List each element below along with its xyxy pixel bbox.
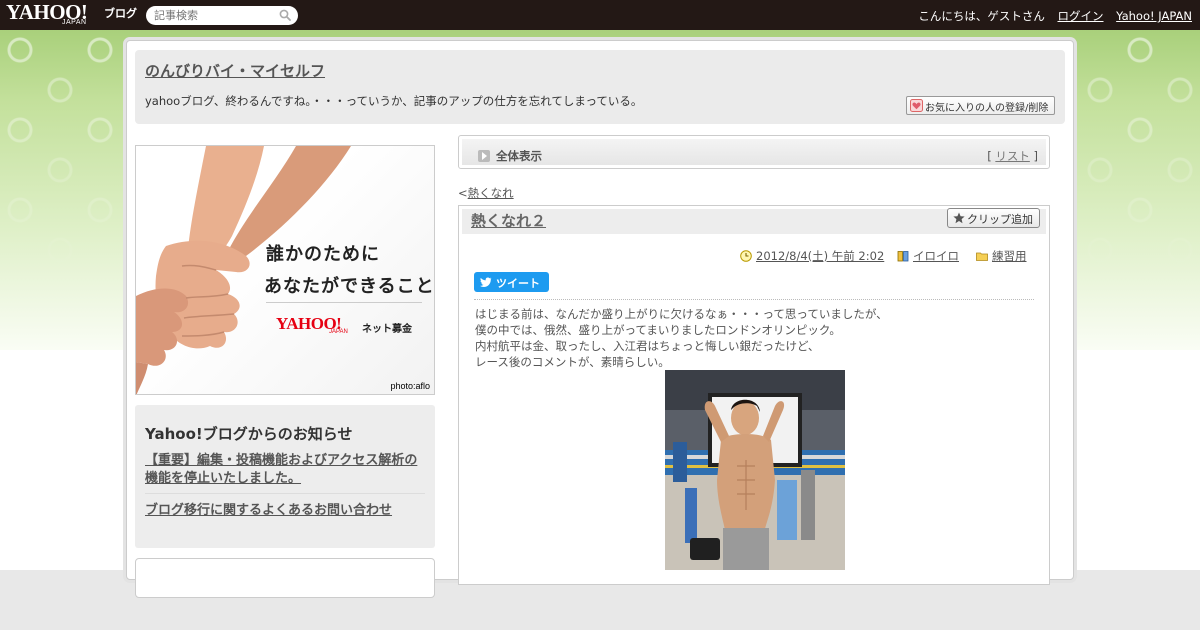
star-icon <box>953 212 965 224</box>
banner-photo-credit: photo:aflo <box>390 381 430 391</box>
swimmer-photo <box>665 370 845 570</box>
clock-icon <box>740 250 752 262</box>
article-category-link[interactable]: イロイロ <box>913 249 959 263</box>
logo-japan-text: JAPAN <box>62 19 87 26</box>
list-view-toggle: [ リスト ] <box>987 148 1038 164</box>
banner-line-1: 誰かのために <box>266 244 380 265</box>
search-input[interactable] <box>154 8 274 23</box>
article-body-line: 僕の中では、俄然、盛り上がってまいりましたロンドンオリンピック。 <box>475 323 841 337</box>
article-divider <box>474 299 1034 300</box>
view-mode-bar-inner: 全体表示 [ リスト ] <box>462 139 1046 165</box>
tweet-label: ツイート <box>496 277 540 290</box>
user-greeting-area: こんにちは、ゲストさん ログイン Yahoo! JAPAN <box>909 8 1192 24</box>
banner-service-name: ネット募金 <box>362 324 412 335</box>
tweet-button[interactable]: ツイート <box>474 272 549 292</box>
article-date: 2012/8/4(土) 午前 2:02 <box>740 248 884 264</box>
banner-line-2: あなたができること <box>264 276 435 297</box>
arrow-right-icon <box>478 150 490 162</box>
favorite-register-button[interactable]: お気に入りの人の登録/削除 <box>906 96 1055 115</box>
article-search <box>146 6 298 25</box>
notice-heading: Yahoo!ブログからのお知らせ <box>145 425 353 443</box>
yahoo-japan-link[interactable]: Yahoo! JAPAN <box>1116 9 1192 23</box>
yahoo-blog-notice: Yahoo!ブログからのお知らせ 【重要】編集・投稿機能およびアクセス解析の機能… <box>135 405 435 548</box>
banner-divider <box>266 302 422 303</box>
logo-blog-text: ブログ <box>104 7 137 20</box>
article-title[interactable]: 熱くなれ２ <box>471 210 546 231</box>
article-body: はじまる前は、なんだか盛り上がりに欠けるなぁ・・・って思っていましたが、 僕の中… <box>475 306 888 370</box>
banner-japan-text: JAPAN <box>329 329 348 335</box>
helping-hand-image <box>136 146 351 394</box>
sidebar-next-box <box>135 558 435 598</box>
blog-title[interactable]: のんびりバイ・マイセルフ <box>145 60 325 81</box>
blog-description: yahooブログ、終わるんですね。・・・っていうか、記事のアップの仕方を忘れてし… <box>145 94 643 108</box>
article-folder: 練習用 <box>976 248 1027 264</box>
article-photo[interactable] <box>665 370 845 570</box>
notice-item-service-stop[interactable]: 【重要】編集・投稿機能およびアクセス解析の機能を停止いたしました。 <box>145 452 427 488</box>
twitter-bird-icon <box>480 277 492 288</box>
list-bracket-close: ] <box>1029 149 1038 163</box>
clip-add-button[interactable]: クリップ追加 <box>947 208 1040 228</box>
article-folder-link[interactable]: 練習用 <box>992 249 1027 263</box>
article-category: イロイロ <box>897 248 959 264</box>
search-icon[interactable] <box>279 9 291 21</box>
previous-article-link[interactable]: 熱くなれ <box>468 186 514 200</box>
folder-icon <box>976 252 988 261</box>
view-mode-bar: 全体表示 [ リスト ] <box>458 135 1050 169</box>
notice-item-migration-faq[interactable]: ブログ移行に関するよくあるお問い合わせ <box>145 499 392 518</box>
view-all-label: 全体表示 <box>496 149 542 163</box>
article-body-line: レース後のコメントが、素晴らしい。 <box>475 355 670 369</box>
greeting-text: こんにちは、ゲストさん <box>918 9 1045 23</box>
clip-add-label: クリップ追加 <box>967 213 1033 226</box>
list-view-link[interactable]: リスト <box>995 149 1030 163</box>
article-body-line: 内村航平は金、取ったし、入江君はちょっと悔しい銀だったけど、 <box>475 339 820 353</box>
global-header: YAHOO! JAPAN ブログ こんにちは、ゲストさん ログイン Yahoo!… <box>0 0 1200 30</box>
net-donation-banner[interactable]: 誰かのために あなたができること YAHOO! JAPAN ネット募金 phot… <box>135 145 435 395</box>
article-date-link[interactable]: 2012/8/4(土) 午前 2:02 <box>756 249 884 263</box>
yahoo-blog-logo[interactable]: YAHOO! JAPAN ブログ <box>6 2 142 28</box>
favorite-register-label: お気に入りの人の登録/削除 <box>925 103 1049 114</box>
heart-icon <box>910 99 923 112</box>
notice-divider <box>145 493 425 494</box>
previous-marker: < <box>458 186 468 200</box>
previous-article-nav: <熱くなれ <box>458 185 514 201</box>
login-link[interactable]: ログイン <box>1058 9 1104 23</box>
article-body-line: はじまる前は、なんだか盛り上がりに欠けるなぁ・・・って思っていましたが、 <box>475 307 888 321</box>
book-icon <box>897 251 909 262</box>
